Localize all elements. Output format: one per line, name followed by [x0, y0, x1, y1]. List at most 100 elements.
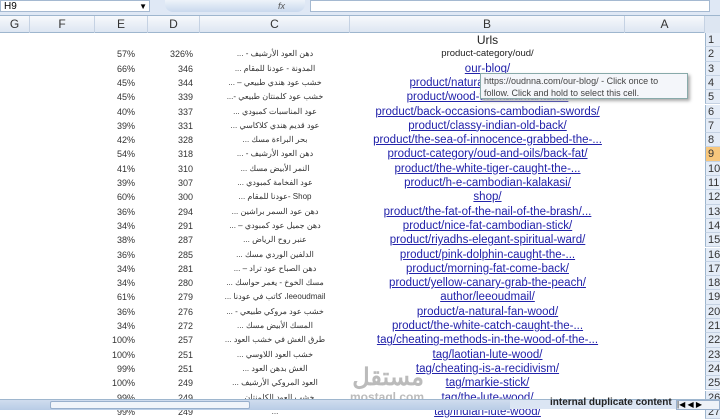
table-row: 100% 257 طرق الغش في خشب العود ... tag/chea… [0, 333, 705, 347]
row-header[interactable]: 11 [705, 176, 720, 191]
row-header[interactable]: 5 [705, 90, 720, 105]
row-header[interactable]: 20 [705, 304, 720, 319]
formula-bar: H9 ▼ fx [0, 0, 720, 16]
cell-e: 60% [116, 192, 135, 203]
name-box[interactable]: H9 ▼ [0, 0, 150, 12]
cell-e: 100% [111, 335, 135, 346]
url-link[interactable]: product/the-white-catch-caught-the-... [350, 319, 625, 333]
cell-c: العود المروكي الأرشيف ... [232, 378, 318, 388]
row-header[interactable]: 17 [705, 261, 720, 277]
name-box-value: H9 [4, 1, 17, 12]
row-header[interactable]: 12 [705, 190, 720, 205]
table-row: 39% 331 عود قديم هندي كلاكاسي ... product/c… [0, 119, 705, 133]
row-header[interactable]: 22 [705, 333, 720, 348]
row-header[interactable]: 8 [705, 133, 720, 148]
scrollbar-thumb[interactable] [50, 401, 250, 409]
cell-e: 100% [111, 349, 135, 360]
row-header[interactable]: 10 [705, 161, 720, 176]
table-row: 34% 272 المسك الأبيض مسك ... product/the-wh… [0, 319, 705, 333]
url-link[interactable]: product/pink-dolphin-caught-the-... [350, 248, 625, 262]
row-header[interactable]: 16 [705, 247, 720, 262]
cell-e: 34% [116, 278, 135, 289]
row-header[interactable]: 9 [705, 147, 720, 162]
select-all-corner[interactable] [705, 16, 720, 33]
url-link[interactable]: product/a-natural-fan-wood/ [350, 305, 625, 319]
insert-function-button[interactable]: fx [165, 0, 305, 12]
table-row: 36% 276 خشب عود مروكي طبيعي - ... product/a… [0, 305, 705, 319]
row-header[interactable]: 15 [705, 233, 720, 248]
url-link[interactable]: product/the-sea-of-innocence-grabbed-the… [350, 133, 625, 147]
cell-e: 39% [116, 178, 135, 188]
row-header[interactable]: 2 [705, 47, 720, 62]
hyperlink-tooltip: https://oudnna.com/our-blog/ - Click onc… [480, 73, 688, 99]
table-row: 40% 337 عود المناسبات كمبودي ... product/ba… [0, 105, 705, 119]
cell-c: بحر البراءة مسك ... [242, 135, 308, 145]
url-link[interactable]: tag/cheating-methods-in-the-wood-of-the-… [350, 333, 625, 347]
column-header-c[interactable]: C [200, 16, 350, 33]
row-header[interactable]: 4 [705, 75, 720, 91]
formula-input[interactable] [310, 0, 710, 12]
cell-d: 318 [177, 149, 193, 160]
table-row: 54% 318 دهن العود الأرشيف - ... product-cat… [0, 147, 705, 161]
row-header[interactable]: 14 [705, 218, 720, 234]
cell-c: الدلفين الوردي مسك ... [236, 249, 314, 259]
cell-c: الغش بدهن العود ... [242, 363, 308, 373]
cell-e: 45% [116, 77, 135, 88]
url-link[interactable]: shop/ [350, 190, 625, 204]
url-link[interactable]: product/nice-fat-cambodian-stick/ [350, 219, 625, 233]
cell-e: 34% [116, 263, 135, 274]
table-row: 100% 251 خشب العود اللاوسي ... tag/laotian-… [0, 348, 705, 362]
cell-d: 257 [177, 335, 193, 346]
url-link[interactable]: product-category/oud-and-oils/back-fat/ [350, 147, 625, 161]
table-row: 61% 279 leeoudmail، كاتب في عودنا ... autho… [0, 290, 705, 304]
row-header[interactable]: 6 [705, 104, 720, 119]
cell-d: 287 [177, 235, 193, 246]
row-header[interactable]: 3 [705, 61, 720, 76]
url-link[interactable]: author/leeoudmail/ [350, 290, 625, 304]
cell-e: 36% [116, 306, 135, 317]
cell-e: 38% [116, 235, 135, 246]
row-header[interactable]: 18 [705, 276, 720, 291]
cell-e: 36% [116, 249, 135, 260]
row-header[interactable]: 24 [705, 361, 720, 377]
url-link[interactable]: product/the-white-tiger-caught-the-... [350, 162, 625, 176]
url-link[interactable]: product/back-occasions-cambodian-swords/ [350, 105, 625, 119]
column-header-g[interactable]: G [0, 16, 30, 33]
cell-d: 285 [177, 249, 193, 260]
url-link[interactable]: product/classy-indian-old-back/ [350, 119, 625, 133]
url-link[interactable]: product/yellow-canary-grab-the-peach/ [350, 276, 625, 290]
cell-e: 34% [116, 220, 135, 231]
cell-c: عود المناسبات كمبودي ... [233, 106, 317, 116]
cell-c: النمر الأبيض مسك ... [240, 163, 310, 173]
column-header-f[interactable]: F [30, 16, 95, 33]
table-row: 36% 285 الدلفين الوردي مسك ... product/pink… [0, 248, 705, 262]
cell-d: 300 [177, 192, 193, 203]
url-link[interactable]: product/h-e-cambodian-kalakasi/ [350, 176, 625, 190]
column-header-b[interactable]: B [350, 16, 625, 33]
url-link[interactable]: tag/laotian-lute-wood/ [350, 348, 625, 362]
table-row: 57% 326% دهن العود الأرشيف - ... product-ca… [0, 47, 705, 61]
cell-d: 251 [177, 349, 193, 360]
sheet-tab[interactable]: internal duplicate content [550, 397, 672, 408]
column-header-e[interactable]: E [95, 16, 148, 33]
row-header[interactable]: 7 [705, 118, 720, 134]
row-header[interactable]: 25 [705, 376, 720, 391]
row-header[interactable]: 1 [705, 33, 720, 48]
url-link[interactable]: product/morning-fat-come-back/ [350, 262, 625, 276]
row-header[interactable]: 23 [705, 347, 720, 362]
url-link[interactable]: product/riyadhs-elegant-spiritual-ward/ [350, 233, 625, 247]
row-header[interactable]: 19 [705, 290, 720, 305]
column-header-d[interactable]: D [148, 16, 200, 33]
cell-d: 328 [177, 135, 193, 146]
cell-d [148, 33, 193, 47]
url-link[interactable]: product/the-fat-of-the-nail-of-the-brash… [350, 205, 625, 219]
row-header[interactable]: 21 [705, 319, 720, 334]
cell-b: product-category/oud/ [441, 48, 534, 60]
cell-d: 310 [177, 163, 193, 174]
dropdown-arrow-icon[interactable]: ▼ [139, 1, 147, 13]
cell-d: 344 [177, 77, 193, 88]
table-row: 42% 328 بحر البراءة مسك ... product/the-sea… [0, 133, 705, 147]
column-header-a[interactable]: A [625, 16, 705, 33]
row-header[interactable]: 13 [705, 204, 720, 219]
cell-e: 45% [116, 92, 135, 103]
